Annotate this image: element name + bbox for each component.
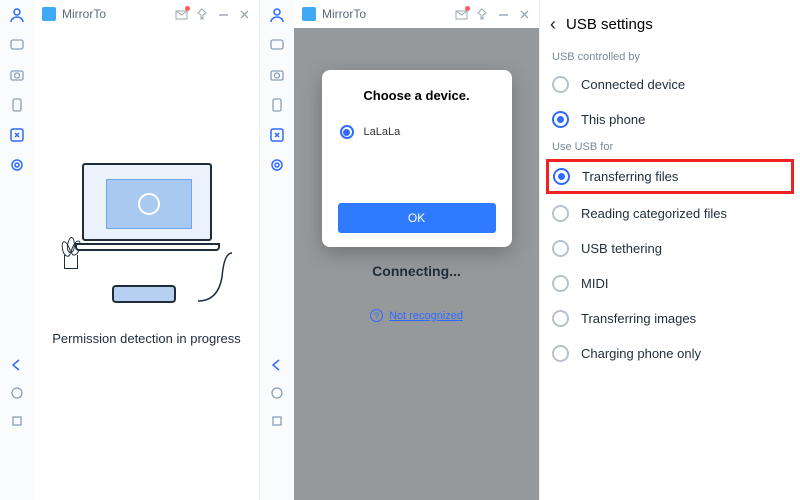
phone-icon[interactable] [8,96,26,114]
pin-icon[interactable] [196,8,209,21]
square-icon[interactable] [268,412,286,430]
usb-option[interactable]: MIDI [546,266,794,301]
radio-icon [552,111,569,128]
question-icon: ? [370,309,383,322]
app-name: MirrorTo [62,7,106,21]
back-icon[interactable] [268,356,286,374]
option-label: Transferring files [582,169,678,184]
connecting-text: Connecting... [372,263,461,279]
panel-choose-device: MirrorTo Choose a device. LaLaLa OK Conn… [260,0,540,500]
person-icon[interactable] [8,6,26,24]
mail-icon[interactable] [175,8,188,21]
square-icon[interactable] [8,412,26,430]
not-recognized-link[interactable]: ? Not recognized [370,309,463,322]
app-name: MirrorTo [322,7,366,21]
ok-button[interactable]: OK [338,203,496,233]
person-icon[interactable] [268,6,286,24]
close-icon[interactable] [238,8,251,21]
usb-option[interactable]: Transferring images [546,301,794,336]
modal-overlay: Choose a device. LaLaLa OK Connecting...… [294,28,539,500]
option-label: Connected device [581,77,685,92]
section-label-controlled-by: USB controlled by [546,47,794,67]
radio-icon [553,168,570,185]
app-logo-icon [42,7,56,21]
titlebar: MirrorTo [294,0,539,28]
usb-option[interactable]: USB tethering [546,231,794,266]
expand-icon[interactable] [8,126,26,144]
device-option[interactable]: LaLaLa [338,121,496,143]
option-label: Charging phone only [581,346,701,361]
usb-option[interactable]: Connected device [546,67,794,102]
expand-icon[interactable] [268,126,286,144]
section-label-use-usb-for: Use USB for [546,137,794,157]
gear-icon[interactable] [268,156,286,174]
radio-icon [552,240,569,257]
option-label: USB tethering [581,241,662,256]
device-name: LaLaLa [364,126,401,138]
choose-device-dialog: Choose a device. LaLaLa OK [322,70,512,247]
usb-option[interactable]: Charging phone only [546,336,794,371]
radio-icon [552,76,569,93]
option-label: MIDI [581,276,608,291]
illustration [62,163,232,303]
back-chevron-icon[interactable]: ‹ [550,14,556,35]
panel-usb-settings: ‹ USB settings USB controlled by Connect… [540,0,800,500]
dialog-title: Choose a device. [338,88,496,103]
minimize-icon[interactable] [217,8,230,21]
circle-icon[interactable] [8,384,26,402]
gear-icon[interactable] [8,156,26,174]
radio-icon [340,125,354,139]
usb-option[interactable]: Reading categorized files [546,196,794,231]
content: Permission detection in progress [34,28,259,500]
pin-icon[interactable] [476,8,489,21]
option-label: Reading categorized files [581,206,727,221]
header-row: ‹ USB settings [546,8,794,47]
page-title: USB settings [566,16,653,33]
status-text: Permission detection in progress [52,331,241,346]
usb-option[interactable]: Transferring files [546,159,794,194]
close-icon[interactable] [518,8,531,21]
usb-option[interactable]: This phone [546,102,794,137]
phone-icon[interactable] [268,96,286,114]
radio-icon [552,345,569,362]
option-label: Transferring images [581,311,696,326]
sidebar [0,0,34,500]
message-icon[interactable] [8,36,26,54]
radio-icon [552,205,569,222]
message-icon[interactable] [268,36,286,54]
titlebar: MirrorTo [34,0,259,28]
back-icon[interactable] [8,356,26,374]
radio-icon [552,310,569,327]
app-logo-icon [302,7,316,21]
camera-icon[interactable] [8,66,26,84]
option-label: This phone [581,112,645,127]
main-area: MirrorTo Permission detection in progres… [34,0,259,500]
mail-icon[interactable] [455,8,468,21]
radio-icon [552,275,569,292]
circle-icon[interactable] [268,384,286,402]
camera-icon[interactable] [268,66,286,84]
sidebar [260,0,294,500]
not-recognized-label: Not recognized [389,310,463,322]
panel-permission: MirrorTo Permission detection in progres… [0,0,260,500]
minimize-icon[interactable] [497,8,510,21]
